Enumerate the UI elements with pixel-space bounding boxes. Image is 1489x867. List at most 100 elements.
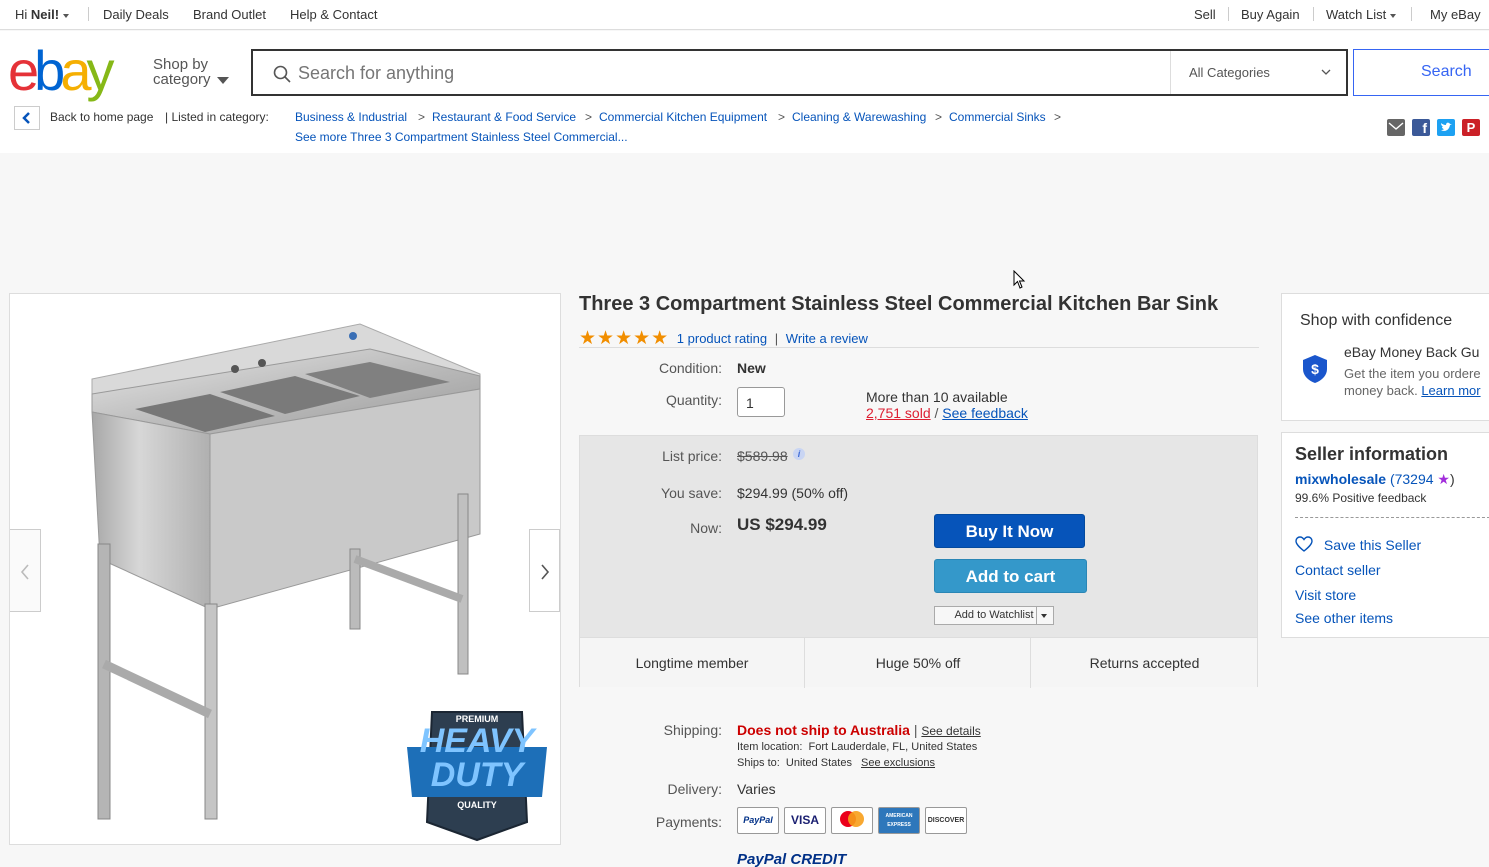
quantity-input[interactable]: 1 xyxy=(737,387,785,417)
chevron-down-icon xyxy=(1390,13,1397,18)
shipping-label: Shipping: xyxy=(663,722,722,738)
purple-star-icon: ★ xyxy=(1437,471,1450,487)
email-icon[interactable] xyxy=(1387,119,1405,136)
see-more-link[interactable]: See more Three 3 Compartment Stainless S… xyxy=(295,130,628,144)
money-back-title: eBay Money Back Gu xyxy=(1344,344,1480,360)
add-to-cart-button[interactable]: Add to cart xyxy=(934,559,1087,593)
breadcrumb-item-cleaning[interactable]: Cleaning & Warewashing xyxy=(792,110,926,124)
facebook-icon[interactable]: f xyxy=(1412,119,1430,136)
divider xyxy=(88,7,89,21)
list-price-label: List price: xyxy=(662,448,722,464)
highlight-longtime-member: Longtime member xyxy=(580,638,805,688)
mouse-cursor-icon xyxy=(1013,270,1026,289)
back-button[interactable] xyxy=(14,106,40,130)
positive-feedback: 99.6% Positive feedback xyxy=(1295,491,1427,505)
delivery-value: Varies xyxy=(737,781,776,797)
search-icon xyxy=(273,65,291,83)
breadcrumb-item-kitchen-equipment[interactable]: Commercial Kitchen Equipment xyxy=(599,110,767,124)
chevron-down-icon xyxy=(216,76,229,84)
shop-with-confidence-panel: Shop with confidence $ eBay Money Back G… xyxy=(1281,293,1489,421)
product-rating-link[interactable]: 1 product rating xyxy=(677,331,767,346)
item-location: Item location: Fort Lauderdale, FL, Unit… xyxy=(737,741,978,753)
breadcrumb-item-restaurant[interactable]: Restaurant & Food Service xyxy=(432,110,576,124)
see-other-items-link[interactable]: See other items xyxy=(1295,610,1393,626)
watchlist-dropdown-button[interactable] xyxy=(1036,606,1054,625)
save-seller-button[interactable]: Save this Seller xyxy=(1295,536,1421,553)
money-back-text-2: money back. xyxy=(1344,383,1418,398)
chevron-down-icon xyxy=(1041,614,1047,618)
ebay-logo[interactable]: ebay xyxy=(8,43,114,99)
write-review-link[interactable]: Write a review xyxy=(786,331,868,346)
contact-seller-link[interactable]: Contact seller xyxy=(1295,562,1381,578)
my-ebay-link[interactable]: My eBay xyxy=(1430,7,1481,22)
divider xyxy=(1228,7,1229,21)
breadcrumb-item-sinks[interactable]: Commercial Sinks xyxy=(949,110,1046,124)
badge-duty-text: DUTY xyxy=(430,756,524,794)
shop-by-category-button[interactable]: Shop by category xyxy=(153,57,229,87)
logo-letter-a: a xyxy=(60,39,91,102)
svg-text:$: $ xyxy=(1311,361,1319,377)
divider xyxy=(1411,7,1412,21)
amex-icon: AMERICAN EXPRESS xyxy=(878,807,920,834)
star-rating-icon[interactable]: ★★★★★ xyxy=(579,328,669,349)
search-bar: Search for anything All Categories xyxy=(251,49,1348,96)
logo-letter-b: b xyxy=(34,39,65,102)
visa-icon: VISA xyxy=(784,807,826,834)
rating-row: ★★★★★ 1 product rating | Write a review xyxy=(579,326,868,349)
gallery-prev-button[interactable] xyxy=(10,529,41,612)
heart-icon xyxy=(1295,536,1313,552)
heavy-duty-badge: PREMIUM HEAVY DUTY QUALITY xyxy=(402,702,552,842)
info-icon[interactable]: i xyxy=(793,448,805,460)
ships-to: Ships to: United States xyxy=(737,757,852,769)
search-input[interactable]: Search for anything xyxy=(298,63,454,84)
shop-by-line2-text: category xyxy=(153,71,211,88)
category-select[interactable]: All Categories xyxy=(1170,51,1348,94)
visit-store-link[interactable]: Visit store xyxy=(1295,587,1356,603)
shipping-separator: | xyxy=(913,722,918,738)
breadcrumb-separator: > xyxy=(935,110,943,124)
condition-value: New xyxy=(737,360,766,376)
twitter-icon[interactable] xyxy=(1437,119,1455,136)
divider xyxy=(579,347,1259,348)
header: ebay Shop by category Search for anythin… xyxy=(0,31,1489,103)
sold-count-link[interactable]: 2,751 sold xyxy=(866,405,931,421)
brand-outlet-link[interactable]: Brand Outlet xyxy=(193,7,266,22)
daily-deals-link[interactable]: Daily Deals xyxy=(103,7,169,22)
buy-again-link[interactable]: Buy Again xyxy=(1241,7,1300,22)
sell-link[interactable]: Sell xyxy=(1194,7,1216,22)
breadcrumb-item-business[interactable]: Business & Industrial xyxy=(295,110,407,124)
feedback-score-link[interactable]: (73294 xyxy=(1390,471,1434,487)
rating-separator: | xyxy=(774,331,779,346)
breadcrumb-separator: > xyxy=(418,110,426,124)
gallery-next-button[interactable] xyxy=(529,529,560,612)
see-feedback-link[interactable]: See feedback xyxy=(942,405,1028,421)
now-price: US $294.99 xyxy=(737,515,827,534)
watch-list-menu[interactable]: Watch List xyxy=(1326,7,1397,22)
buy-it-now-button[interactable]: Buy It Now xyxy=(934,514,1085,548)
logo-letter-e: e xyxy=(8,39,39,102)
divider xyxy=(1313,7,1314,21)
breadcrumb-separator: > xyxy=(1054,110,1062,124)
learn-more-link[interactable]: Learn mor xyxy=(1421,383,1480,398)
you-save-value: $294.99 (50% off) xyxy=(737,485,849,501)
search-button[interactable]: Search xyxy=(1353,49,1489,96)
see-exclusions-link[interactable]: See exclusions xyxy=(861,757,935,769)
back-home-link[interactable]: Back to home page xyxy=(50,110,153,124)
chevron-right-icon xyxy=(541,564,550,580)
greeting[interactable]: Hi Neil! xyxy=(15,7,70,22)
see-details-link[interactable]: See details xyxy=(921,724,980,738)
breadcrumb-separator: > xyxy=(585,110,593,124)
help-contact-link[interactable]: Help & Contact xyxy=(290,7,377,22)
category-select-value: All Categories xyxy=(1189,65,1270,80)
condition-label: Condition: xyxy=(658,360,722,376)
feedback-close-paren: ) xyxy=(1449,471,1455,487)
mastercard-icon: mastercard xyxy=(831,807,873,834)
save-seller-label: Save this Seller xyxy=(1323,537,1422,553)
money-back-text: Get the item you ordere xyxy=(1344,366,1481,381)
seller-name-link[interactable]: mixwholesale xyxy=(1295,471,1386,487)
now-label: Now: xyxy=(690,520,722,536)
price-box: List price: $589.98 i You save: $294.99 … xyxy=(579,435,1258,688)
pinterest-icon[interactable]: P xyxy=(1462,119,1480,136)
highlight-discount: Huge 50% off xyxy=(806,638,1031,688)
confidence-heading: Shop with confidence xyxy=(1300,312,1453,329)
